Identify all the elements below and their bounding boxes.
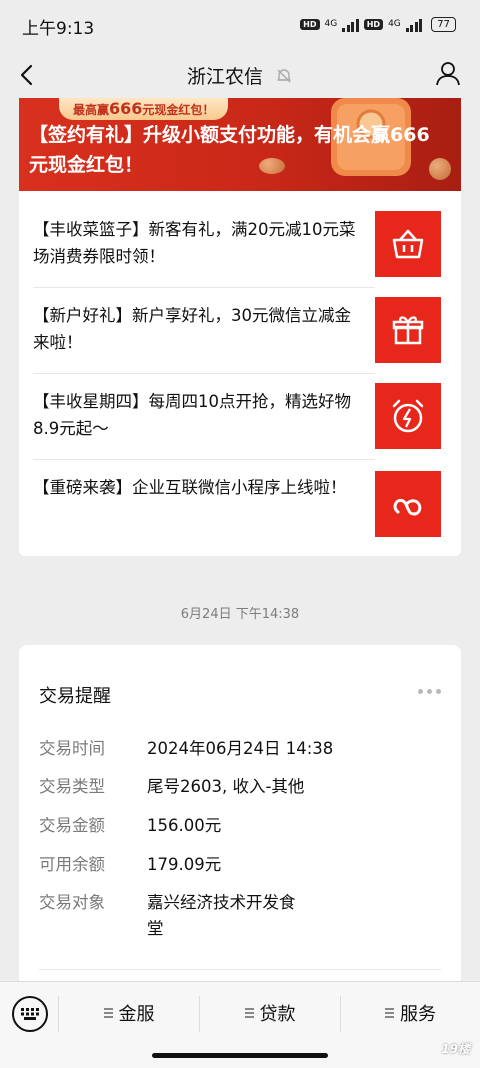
article-item-title: 【丰收星期四】每周四10点开抢，精选好物8.9元起～ — [33, 392, 351, 438]
user-profile-icon[interactable] — [434, 59, 462, 87]
network-type: 4G — [324, 19, 338, 29]
row-value: 尾号2603, 收入-其他 — [147, 777, 305, 796]
signal-icon — [342, 18, 359, 32]
signal-icon — [405, 18, 423, 32]
menu-list-icon — [103, 1008, 113, 1018]
hd-badge: HD — [300, 19, 320, 30]
battery-icon: 77 — [431, 17, 456, 32]
article-card: 最高赢666元现金红包！ 【签约有礼】升级小额支付功能，有机会赢666元现金红包… — [19, 98, 461, 556]
hd-badge: HD — [363, 19, 384, 30]
mute-bell-icon — [277, 68, 291, 82]
article-item[interactable]: 【丰收星期四】每周四10点开抢，精选好物8.9元起～ — [19, 380, 461, 460]
article-item-title: 【重磅来袭】企业互联微信小程序上线啦！ — [33, 478, 347, 497]
row-value: 嘉兴经济技术开发食堂 — [147, 893, 296, 938]
row-label: 交易类型 — [39, 777, 105, 796]
divider — [39, 969, 441, 970]
article-item-title: 【新户好礼】新户享好礼，30元微信立减金来啦！ — [33, 306, 351, 352]
row-label: 交易金额 — [39, 816, 105, 835]
row-value: 179.09元 — [147, 855, 222, 874]
article-item[interactable]: 【重磅来袭】企业互联微信小程序上线啦！ — [19, 466, 461, 546]
row-label: 可用余额 — [39, 855, 105, 874]
menu-list-icon — [385, 1008, 394, 1018]
message-timestamp: 6月24日 下午14:38 — [180, 607, 300, 622]
status-bar: 上午9:13 HD 4G HD 4G 77 — [0, 0, 480, 52]
status-indicators: HD 4G HD 4G 77 — [300, 17, 456, 32]
transaction-card[interactable]: 交易提醒 交易时间 2024年06月24日 14:38 交易类型 尾号2603,… — [19, 645, 461, 1005]
menu-item-fuwu[interactable]: 服务 — [341, 982, 480, 1044]
article-item[interactable]: 【新户好礼】新户享好礼，30元微信立减金来啦！ — [19, 294, 461, 374]
nav-bar: 浙江农信 — [0, 52, 480, 98]
divider — [33, 373, 375, 374]
mini-program-icon — [375, 471, 441, 537]
row-value: 156.00元 — [147, 816, 222, 835]
menu-item-daikuan[interactable]: 贷款 — [200, 982, 340, 1044]
alarm-clock-icon — [375, 383, 441, 449]
status-time: 上午9:13 — [22, 19, 95, 39]
network-type: 4G — [388, 19, 401, 29]
banner-title: 【签约有礼】升级小额支付功能，有机会赢666元现金红包！ — [29, 124, 430, 176]
watermark-logo: 19楼 — [441, 1042, 470, 1056]
badge-prefix: 最高赢 — [73, 103, 110, 117]
menu-item-label: 服务 — [400, 1004, 436, 1025]
home-indicator[interactable] — [152, 1053, 328, 1058]
article-banner[interactable]: 最高赢666元现金红包！ 【签约有礼】升级小额支付功能，有机会赢666元现金红包… — [19, 98, 461, 191]
row-label: 交易时间 — [39, 739, 105, 758]
badge-amount: 666 — [109, 99, 143, 118]
basket-icon — [375, 211, 441, 277]
nav-title-wrap: 浙江农信 — [0, 62, 480, 89]
badge-suffix: 元现金红包！ — [142, 103, 215, 117]
transaction-title: 交易提醒 — [39, 686, 111, 707]
menu-item-label: 金服 — [118, 1004, 155, 1025]
menu-item-jinfu[interactable]: 金服 — [59, 982, 199, 1044]
article-item-title: 【丰收菜篮子】新客有礼，满20元减10元菜场消费券限时领！ — [33, 220, 356, 266]
row-label: 交易对象 — [39, 893, 105, 912]
banner-badge: 最高赢666元现金红包！ — [59, 98, 229, 120]
menu-list-icon — [244, 1008, 254, 1018]
keyboard-toggle-icon[interactable] — [12, 996, 48, 1032]
page-title: 浙江农信 — [186, 66, 263, 88]
divider — [33, 287, 375, 288]
row-value: 2024年06月24日 14:38 — [147, 739, 334, 758]
gift-icon — [375, 297, 441, 363]
more-options-icon[interactable] — [418, 689, 441, 694]
menu-item-label: 贷款 — [259, 1004, 296, 1025]
divider — [33, 459, 375, 460]
article-item[interactable]: 【丰收菜篮子】新客有礼，满20元减10元菜场消费券限时领！ — [19, 208, 461, 288]
